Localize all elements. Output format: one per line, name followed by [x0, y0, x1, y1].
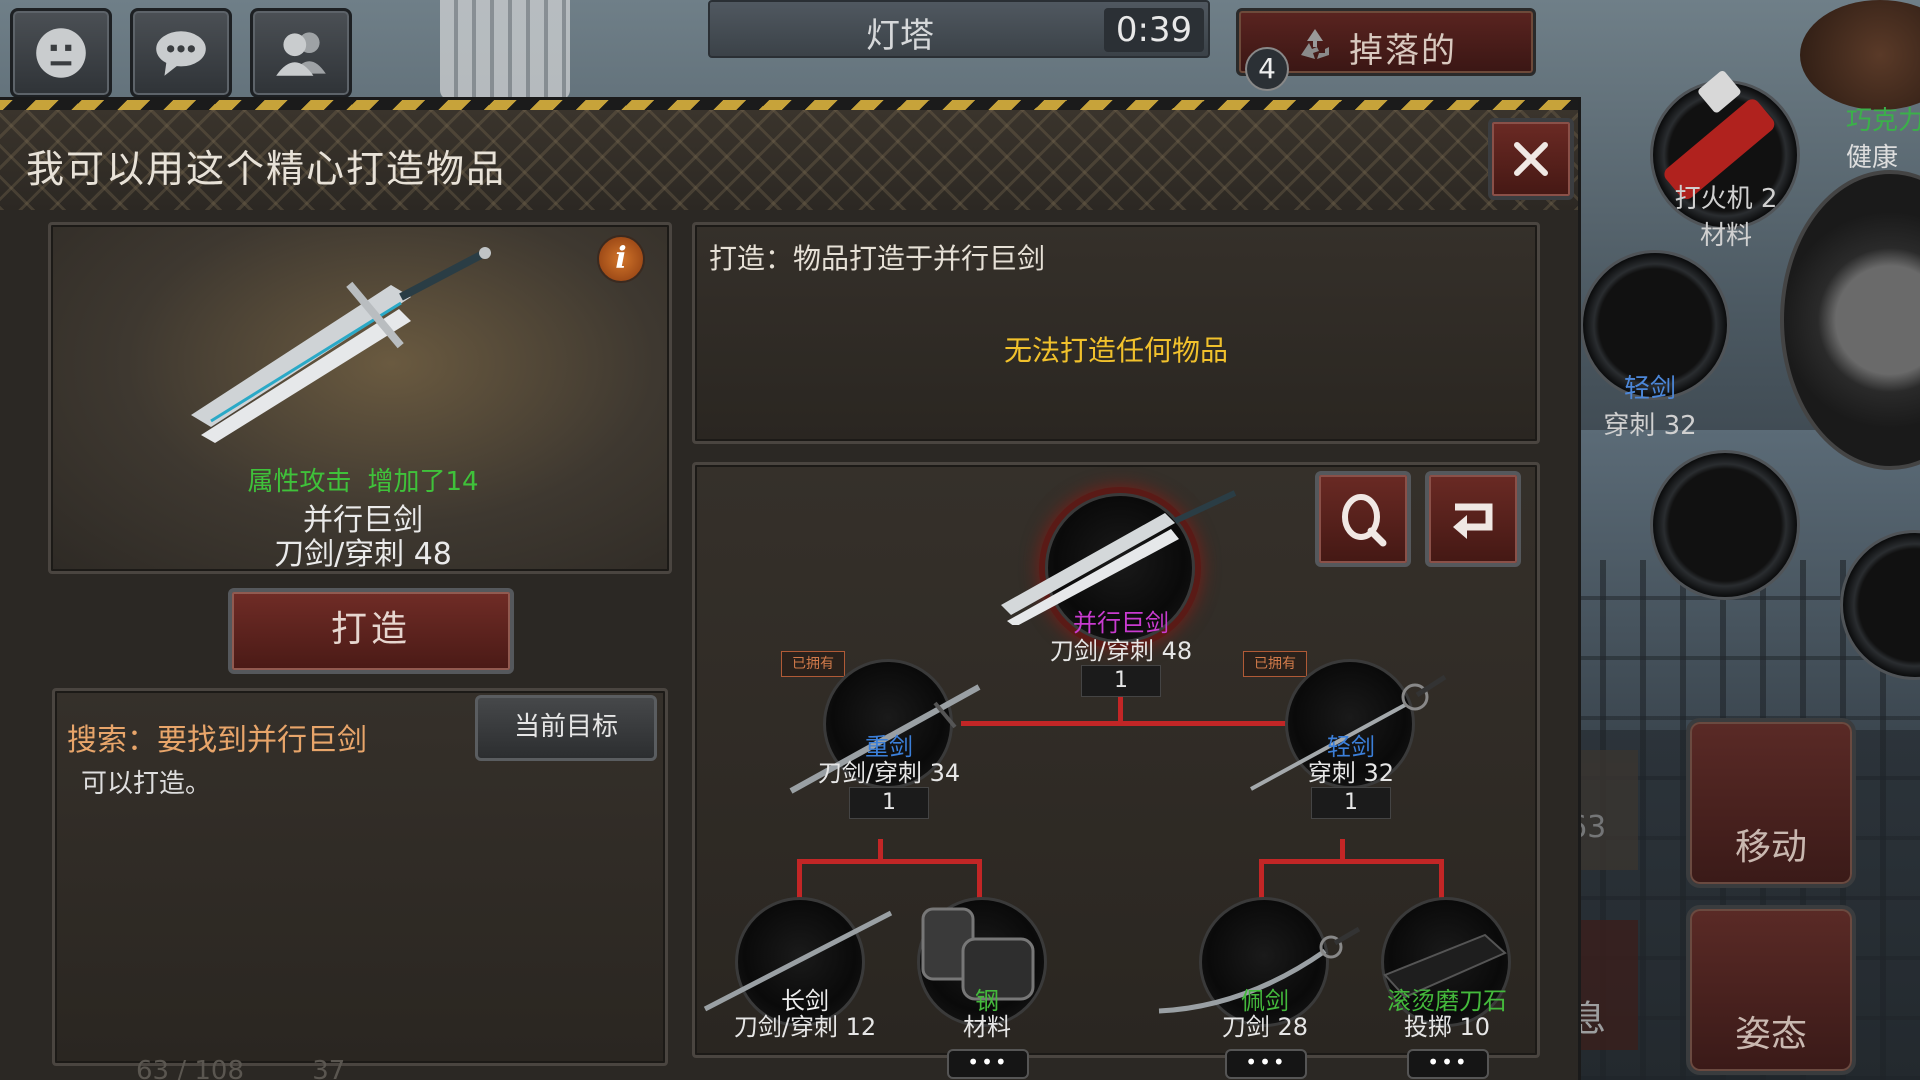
quickslot-rapier-label: 轻剑 穿刺 32: [1550, 368, 1750, 442]
item-stat: 刀剑/穿刺 48: [274, 537, 452, 572]
quickslot-empty-1[interactable]: [1650, 450, 1800, 600]
face-icon: [36, 28, 86, 78]
tree-connector: [1439, 859, 1444, 899]
tree-connector: [1259, 859, 1264, 899]
stance-button[interactable]: 姿态: [1686, 905, 1856, 1075]
saber-more-button[interactable]: •••: [1225, 1049, 1307, 1079]
background-status-text: 63 / 108 37: [136, 1056, 345, 1080]
emote-button[interactable]: [10, 8, 112, 98]
craft-info-panel: 打造：物品打造于并行巨剑 无法打造任何物品: [692, 222, 1540, 444]
rapier-stat: 穿刺 32: [1307, 759, 1395, 787]
chat-button[interactable]: [130, 8, 232, 98]
quickslot-rapier-stat: 穿刺 32: [1603, 411, 1697, 441]
quickslot-chocolate-label: 巧克力 健康: [1846, 100, 1920, 174]
whetstone-more-button[interactable]: •••: [1407, 1049, 1489, 1079]
magnifier-icon: [1342, 494, 1387, 547]
owned-tag: 已拥有: [781, 651, 845, 677]
tree-connector: [1259, 859, 1443, 864]
recipe-tree-panel: 并行巨剑 刀剑/穿刺 48 1 已拥有 重剑 刀剑/穿刺 34 1 已拥有 轻剑…: [692, 462, 1540, 1079]
move-label: 移动: [1734, 827, 1807, 868]
quickslot-lighter-count: 2: [1760, 184, 1778, 214]
quickslot-rapier-name: 轻剑: [1623, 374, 1676, 404]
attribute-change: 增加了14: [367, 467, 479, 497]
craft-info-message: 无法打造任何物品: [1003, 334, 1228, 367]
stance-label: 姿态: [1734, 1014, 1807, 1055]
craft-info-title: 打造：物品打造于并行巨剑: [709, 242, 1046, 275]
search-description: 可以打造。: [81, 769, 212, 799]
tree-connector: [797, 859, 802, 899]
whetstone-stat: 投掷 10: [1403, 1013, 1491, 1041]
dropped-items-count: 4: [1245, 47, 1289, 91]
friends-button[interactable]: [250, 8, 352, 98]
dropped-items-label: 掉落的: [1349, 31, 1457, 71]
craft-button[interactable]: 打造: [228, 588, 514, 674]
tree-connector: [977, 859, 982, 899]
crafting-dialog: 我可以用这个精心打造物品 i 属性攻击 增加了14 并行巨剑 刀剑/穿刺 48 打…: [0, 100, 1578, 1080]
tree-connector: [1340, 839, 1345, 861]
search-recipe-button[interactable]: [1315, 471, 1411, 567]
rapier-quantity: 1: [1311, 787, 1391, 819]
background-status-a: 63 / 108: [136, 1056, 244, 1080]
background-status-b: 37: [312, 1056, 346, 1080]
dialog-header: 我可以用这个精心打造物品: [0, 110, 1578, 210]
quickslot-lighter-name: 打火机: [1674, 184, 1753, 214]
tree-connector: [797, 859, 981, 864]
search-panel: 搜索：要找到并行巨剑 可以打造。 当前目标: [52, 688, 668, 1066]
root-node-stat: 刀剑/穿刺 48: [1049, 637, 1193, 665]
location-name: 灯塔: [866, 16, 934, 56]
tree-connector: [961, 721, 1291, 726]
back-button[interactable]: [1425, 471, 1521, 567]
search-title: 搜索：要找到并行巨剑: [67, 723, 367, 758]
location-bar: 灯塔 0:39: [708, 0, 1210, 58]
tree-connector: [878, 839, 883, 861]
close-icon: [1514, 142, 1548, 176]
return-arrow-icon: [1453, 503, 1493, 539]
heavy-sword-stat: 刀剑/穿刺 34: [817, 759, 961, 787]
root-node-quantity: 1: [1081, 665, 1161, 697]
dialog-title: 我可以用这个精心打造物品: [26, 147, 507, 191]
close-button[interactable]: [1488, 118, 1574, 200]
quickslot-chocolate-name: 巧克力: [1846, 106, 1920, 136]
chat-bubble-icon: [156, 31, 206, 76]
dropped-items-button[interactable]: 掉落的 4: [1236, 8, 1536, 91]
parallel-greatsword-image: [191, 247, 491, 443]
attribute-name: 属性攻击: [247, 467, 352, 497]
steel-stat: 材料: [963, 1013, 1011, 1041]
steel-more-button[interactable]: •••: [947, 1049, 1029, 1079]
current-target-button[interactable]: 当前目标: [475, 695, 657, 761]
quickslot-chocolate-type: 健康: [1846, 143, 1899, 173]
people-icon: [276, 32, 326, 76]
heavy-sword-quantity: 1: [849, 787, 929, 819]
move-button[interactable]: 移动: [1686, 718, 1856, 888]
game-clock: 0:39: [1104, 8, 1204, 52]
recycle-icon: [1301, 29, 1329, 59]
lighthouse-image: [440, 0, 570, 100]
attribute-bonus: 属性攻击 增加了14: [51, 461, 675, 498]
item-preview-panel: i 属性攻击 增加了14 并行巨剑 刀剑/穿刺 48: [48, 222, 672, 574]
item-info-button[interactable]: i: [597, 235, 645, 283]
